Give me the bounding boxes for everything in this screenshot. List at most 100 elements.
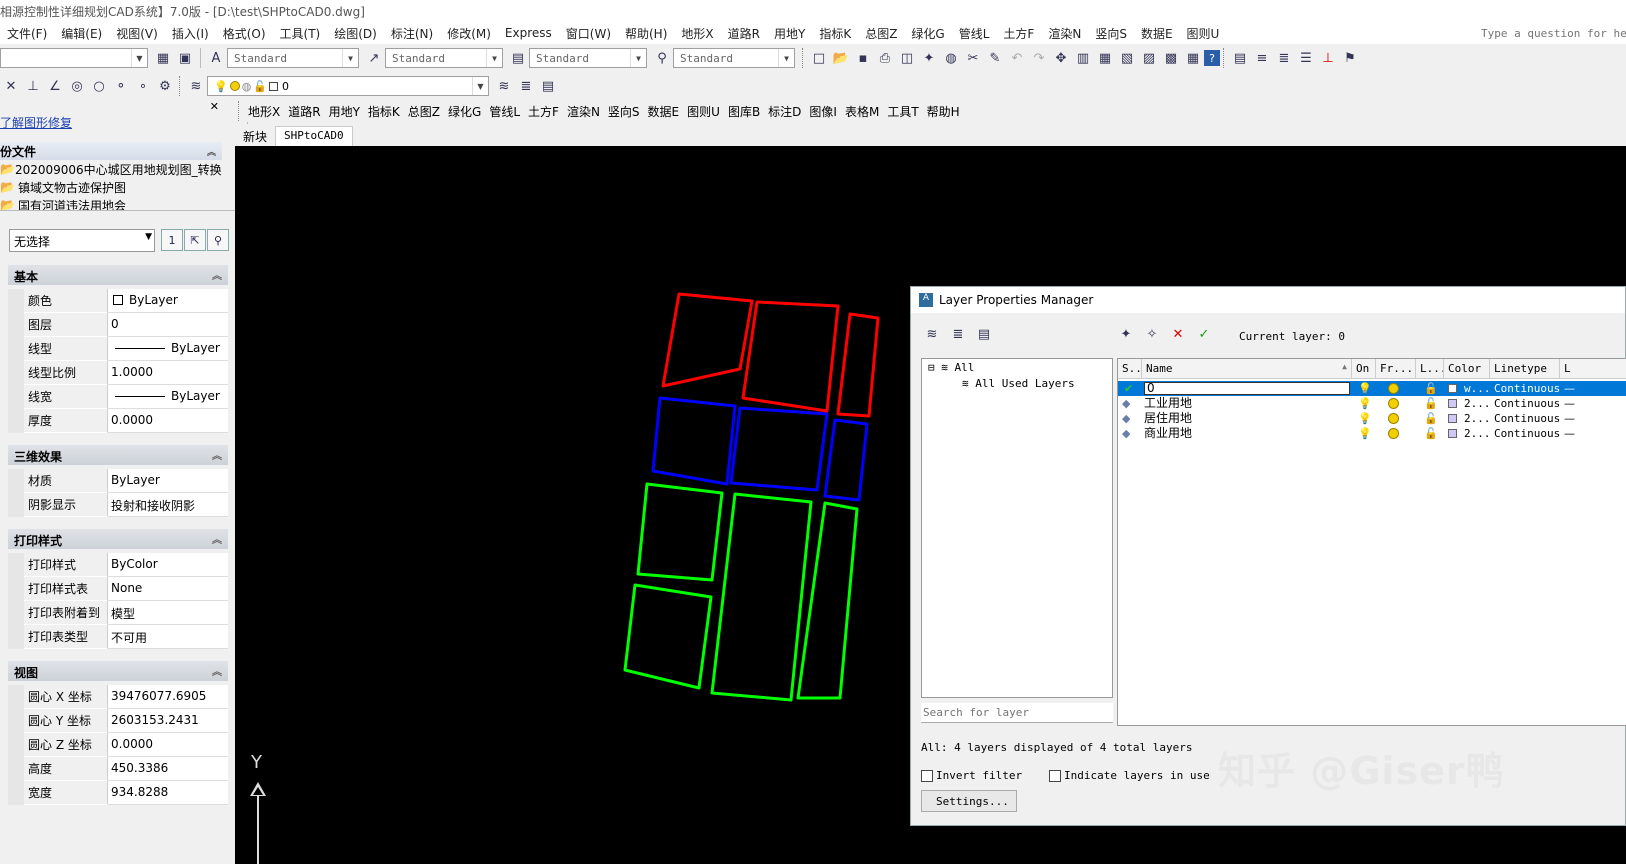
property-row[interactable]: 圆心 Y 坐标 2603153.2431: [8, 709, 228, 733]
collapse-icon[interactable]: ︽: [212, 267, 222, 282]
column-on[interactable]: On: [1352, 359, 1376, 379]
menu-item[interactable]: 指标K: [812, 25, 858, 42]
column-freeze[interactable]: Fr...: [1376, 359, 1416, 379]
on-bulb-icon[interactable]: 💡: [1358, 381, 1372, 396]
section-plot-style-header[interactable]: 打印样式 ︽: [8, 529, 228, 549]
column-status[interactable]: S..: [1118, 359, 1142, 379]
dialog-titlebar[interactable]: A Layer Properties Manager: [911, 287, 1625, 313]
layer-name-edit[interactable]: 0: [1144, 382, 1350, 395]
new-group-filter-icon[interactable]: ≣: [947, 323, 969, 345]
section-view-header[interactable]: 视图 ︽: [8, 661, 228, 681]
property-row[interactable]: 打印表附着到 模型: [8, 601, 228, 625]
mleader-style-icon[interactable]: ⚲: [651, 47, 673, 69]
pan-icon[interactable]: ✥: [1050, 47, 1072, 69]
property-row[interactable]: 线型比例 1.0000: [8, 361, 228, 385]
unlock-icon[interactable]: 🔓: [1424, 381, 1438, 396]
on-bulb-icon[interactable]: 💡: [1358, 426, 1372, 441]
snap-settings-icon[interactable]: ⚙: [154, 75, 176, 97]
circle-center-icon[interactable]: ◎: [66, 75, 88, 97]
plugin-menu-item[interactable]: 道路R: [284, 103, 324, 120]
layer-tool-2-icon[interactable]: ≡: [1251, 47, 1273, 69]
menu-item[interactable]: 帮助(H): [618, 25, 674, 42]
dim-style-combo[interactable]: Standard ▼: [385, 48, 503, 68]
property-row[interactable]: 颜色 ByLayer: [8, 289, 228, 313]
layer-row[interactable]: ◆ 商业用地 💡 🔓 2... Continuous —: [1118, 426, 1626, 441]
close-icon[interactable]: ✕: [210, 100, 219, 113]
menu-item[interactable]: 视图(V): [109, 25, 165, 42]
property-row[interactable]: 圆心 Z 坐标 0.0000: [8, 733, 228, 757]
layer-color-swatch[interactable]: [1448, 384, 1457, 393]
plugin-menu-item[interactable]: 总图Z: [404, 103, 444, 120]
cross-icon[interactable]: ✕: [0, 75, 22, 97]
property-row[interactable]: 打印样式 ByColor: [8, 553, 228, 577]
indicate-layers-checkbox[interactable]: Indicate layers in use: [1049, 769, 1210, 782]
pickadd-toggle-icon[interactable]: 1: [161, 229, 183, 251]
lineweight-dash[interactable]: —: [1564, 396, 1575, 411]
publish-icon[interactable]: ✦: [918, 47, 940, 69]
section-3d-effects-header[interactable]: 三维效果 ︽: [8, 445, 228, 465]
property-row[interactable]: 厚度 0.0000: [8, 409, 228, 433]
set-current-icon[interactable]: ✓: [1193, 323, 1215, 345]
help-search-input[interactable]: [1481, 24, 1626, 42]
plugin-menu-item[interactable]: 帮助H: [923, 103, 964, 120]
lineweight-dash[interactable]: —: [1564, 381, 1575, 396]
collapse-icon[interactable]: ︽: [207, 145, 216, 158]
markup-icon[interactable]: ▩: [1160, 47, 1182, 69]
select-objects-icon[interactable]: ⇱: [184, 229, 206, 251]
plugin-menu-item[interactable]: 图则U: [683, 103, 724, 120]
learn-recovery-link[interactable]: 了解图形修复: [0, 114, 72, 131]
property-row[interactable]: 线宽 ByLayer: [8, 385, 228, 409]
unlock-icon[interactable]: 🔓: [1424, 396, 1438, 411]
property-row[interactable]: 图层 0: [8, 313, 228, 337]
menu-item[interactable]: 绘图(D): [327, 25, 384, 42]
open-file-icon[interactable]: 📂: [830, 47, 852, 69]
layer-tool-3-icon[interactable]: ≣: [1273, 47, 1295, 69]
point-icon[interactable]: ∘: [132, 75, 154, 97]
zoom-icon[interactable]: ▦: [152, 47, 174, 69]
thaw-sun-icon[interactable]: [1388, 428, 1399, 439]
collapse-icon[interactable]: ︽: [212, 447, 222, 462]
section-general-header[interactable]: 基本 ︽: [8, 265, 228, 285]
layer-combo[interactable]: 💡 ◍ 🔓 0 ▼: [207, 76, 489, 96]
layer-previous-icon[interactable]: ≣: [515, 75, 537, 97]
lineweight-dash[interactable]: —: [1564, 411, 1575, 426]
plugin-menu-item[interactable]: 管线L: [485, 103, 524, 120]
menu-item[interactable]: Express: [498, 26, 559, 40]
new-file-icon[interactable]: □: [808, 47, 830, 69]
tab-shptocad0[interactable]: SHPtoCAD0: [275, 126, 353, 146]
quick-select-icon[interactable]: ⚲: [207, 229, 229, 251]
perpendicular-icon[interactable]: ⊥: [22, 75, 44, 97]
menu-item[interactable]: 标注(N): [384, 25, 440, 42]
menu-item[interactable]: 插入(I): [165, 25, 216, 42]
selection-combo[interactable]: 无选择 ▼: [9, 229, 155, 252]
unlock-icon[interactable]: 🔓: [1424, 411, 1438, 426]
menu-item[interactable]: 道路R: [721, 25, 767, 42]
properties-icon[interactable]: ▥: [1072, 47, 1094, 69]
property-row[interactable]: 打印样式表 None: [8, 577, 228, 601]
collapse-icon[interactable]: ︽: [212, 663, 222, 678]
layer-tool-4-icon[interactable]: ☰: [1295, 47, 1317, 69]
layer-row[interactable]: ◆ 工业用地 💡 🔓 2... Continuous —: [1118, 396, 1626, 411]
plugin-menu-item[interactable]: 指标K: [364, 103, 404, 120]
property-row[interactable]: 高度 450.3386: [8, 757, 228, 781]
menu-item[interactable]: 数据E: [1134, 25, 1180, 42]
new-layer-icon[interactable]: ✦: [1115, 323, 1137, 345]
unlock-icon[interactable]: 🔓: [1424, 426, 1438, 441]
table-style-combo[interactable]: Standard ▼: [529, 48, 647, 68]
plugin-menu-item[interactable]: 绿化G: [444, 103, 485, 120]
menu-item[interactable]: 绿化G: [904, 25, 951, 42]
column-lock[interactable]: L...: [1416, 359, 1444, 379]
menu-item[interactable]: 修改(M): [440, 25, 498, 42]
plugin-menu-item[interactable]: 图库B: [724, 103, 764, 120]
plugin-menu-item[interactable]: 地形X: [244, 103, 284, 120]
angle-icon[interactable]: ∠: [44, 75, 66, 97]
thaw-sun-icon[interactable]: [1388, 413, 1399, 424]
settings-button[interactable]: Settings...: [921, 790, 1017, 812]
menu-item[interactable]: 总图Z: [858, 25, 904, 42]
new-layer-vp-frozen-icon[interactable]: ✧: [1141, 323, 1163, 345]
node-icon[interactable]: ⚬: [110, 75, 132, 97]
plugin-menu-item[interactable]: 标注D: [764, 103, 805, 120]
layer-states-icon[interactable]: ▤: [537, 75, 559, 97]
plugin-menu-item[interactable]: 竖向S: [604, 103, 644, 120]
undo-icon[interactable]: ↶: [1006, 47, 1028, 69]
